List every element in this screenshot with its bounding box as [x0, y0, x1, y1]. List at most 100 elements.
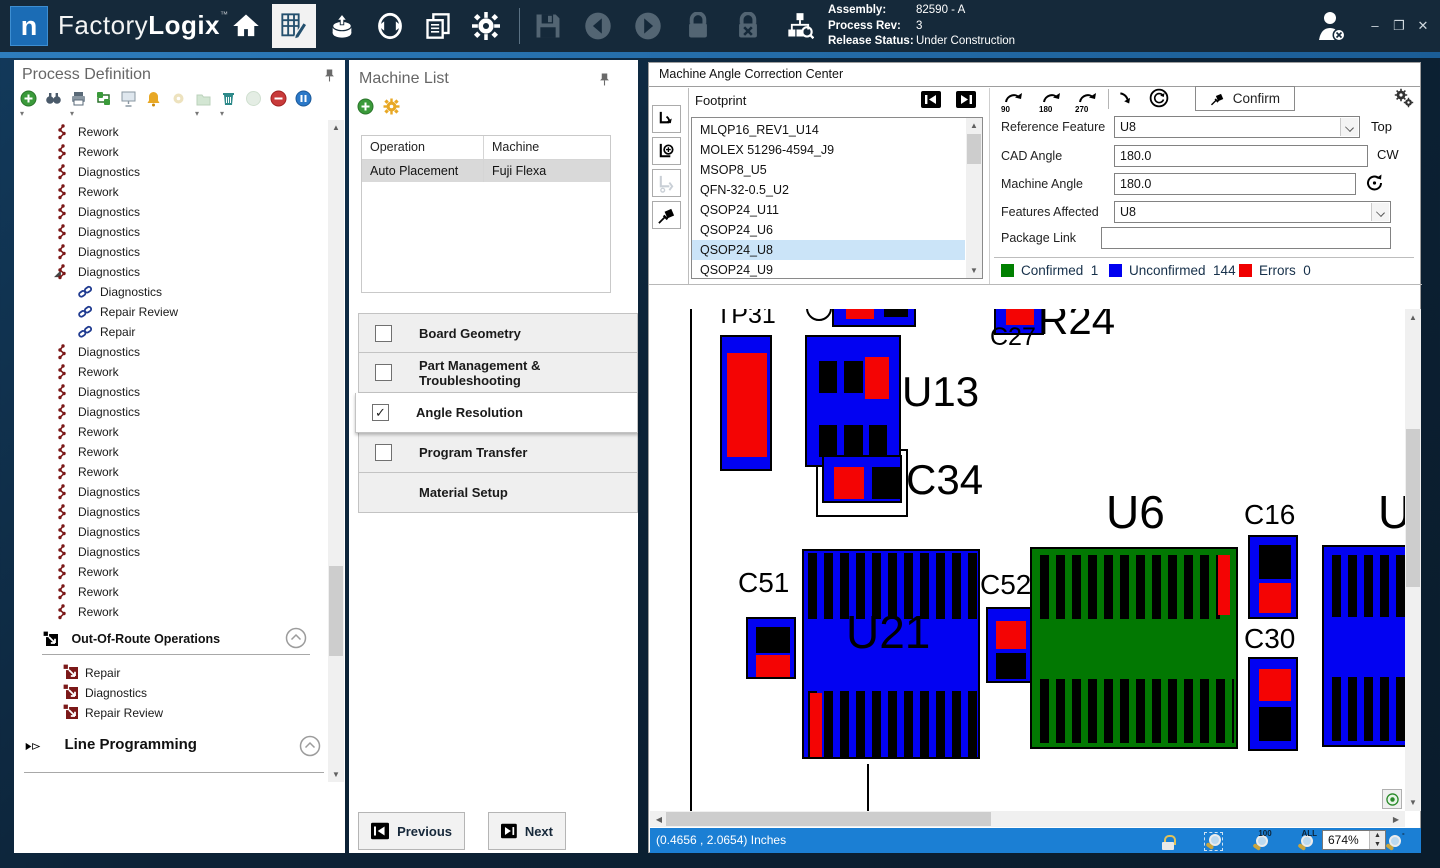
footprint-item-qfn-32-0.5_u2[interactable]: QFN-32-0.5_U2 [692, 180, 965, 200]
save-icon[interactable] [526, 4, 570, 48]
tree-item-diagnostics[interactable]: Diagnostics [14, 502, 324, 522]
add-machine-icon[interactable] [357, 98, 374, 115]
footprint-item-molex 51296-4594_j9[interactable]: MOLEX 51296-4594_J9 [692, 140, 965, 160]
scroll-up-icon[interactable]: ▲ [966, 121, 982, 130]
machine-settings-icon[interactable] [383, 98, 400, 115]
tree-item-diagnostics[interactable]: Diagnostics [14, 542, 324, 562]
first-footprint-button[interactable] [921, 91, 941, 108]
tree-item-repair-review[interactable]: Repair Review [14, 302, 324, 322]
component-U-right[interactable] [1322, 545, 1406, 747]
rotate-zoom-button[interactable] [652, 137, 681, 165]
pcb-viewer[interactable]: TP31U13C34C27R24U6C16C30UC51U21C52 [650, 309, 1406, 811]
tree-item-rework[interactable]: Rework [14, 582, 324, 602]
tree-item-diagnostics[interactable]: Diagnostics [14, 242, 324, 262]
rotate-90-button[interactable]: 90 [1001, 89, 1027, 111]
sync-icon[interactable] [368, 4, 412, 48]
scroll-up-icon[interactable]: ▲ [1405, 313, 1421, 322]
zoom-lock-icon[interactable] [1162, 835, 1176, 851]
scrollbar-thumb[interactable] [666, 812, 991, 826]
tree-item-diagnostics[interactable]: Diagnostics [14, 202, 324, 222]
alert-icon[interactable] [145, 90, 162, 107]
zoom-level-spinner[interactable]: 674%▲▼ [1322, 830, 1386, 850]
scrollbar-thumb[interactable] [967, 134, 981, 164]
scroll-down-icon[interactable]: ▼ [328, 770, 344, 779]
component-C34[interactable] [822, 455, 902, 503]
disabled-icon[interactable] [245, 90, 262, 107]
tree-scrollbar[interactable]: ▲ ▼ [328, 120, 344, 782]
chevron-down-icon[interactable] [1371, 203, 1389, 221]
scrollbar-thumb[interactable] [329, 566, 343, 656]
collapse-out-of-route-button[interactable] [285, 627, 307, 654]
footprint-item-qsop24_u9[interactable]: QSOP24_U9 [692, 260, 965, 279]
footprint-item-msop8_u5[interactable]: MSOP8_U5 [692, 160, 965, 180]
settings-gear-icon[interactable] [464, 4, 508, 48]
out-of-route-item-repair[interactable]: Repair [62, 663, 322, 683]
step-material-setup[interactable]: Material Setup [358, 473, 638, 513]
tree-item-rework[interactable]: Rework [14, 602, 324, 622]
advanced-settings-icon[interactable] [1394, 88, 1414, 108]
pin-icon[interactable] [324, 68, 335, 88]
recalculate-angle-icon[interactable] [1365, 173, 1385, 193]
out-of-route-item-diagnostics[interactable]: Diagnostics [62, 683, 322, 703]
tree-item-rework[interactable]: Rework [14, 442, 324, 462]
tree-item-rework[interactable]: Rework [14, 182, 324, 202]
remove-icon[interactable] [270, 90, 287, 107]
tree-item-diagnostics[interactable]: Diagnostics [14, 402, 324, 422]
component-top-part[interactable] [832, 309, 916, 327]
component-U13[interactable] [805, 335, 901, 467]
component-C51[interactable] [746, 617, 796, 679]
previous-button[interactable]: Previous [358, 812, 465, 850]
minimize-button[interactable]: – [1364, 18, 1386, 33]
step-checkbox[interactable] [375, 444, 392, 461]
confirm-button[interactable]: Confirm [1195, 86, 1295, 111]
rotate-reset-button[interactable] [652, 169, 681, 197]
zoom-100-icon[interactable]: 100 [1252, 834, 1269, 851]
cad-angle-input[interactable]: 180.0 [1114, 145, 1368, 167]
scrollbar-thumb[interactable] [1406, 429, 1420, 587]
audit-search-icon[interactable] [778, 4, 822, 48]
delete-icon[interactable]: ▾ [220, 90, 237, 107]
scroll-right-icon[interactable]: ▶ [1391, 815, 1401, 824]
step-program-transfer[interactable]: Program Transfer [358, 433, 638, 473]
tree-item-repair[interactable]: Repair [14, 322, 324, 342]
package-link-input[interactable] [1101, 227, 1391, 249]
tree-item-diagnostics[interactable]: Diagnostics [14, 342, 324, 362]
scroll-down-icon[interactable]: ▼ [1405, 798, 1421, 807]
layer-toggle-button[interactable] [1382, 789, 1402, 809]
find-icon[interactable] [45, 90, 62, 107]
confirm-dart-button[interactable] [652, 201, 681, 229]
features-affected-select[interactable]: U8 [1114, 201, 1391, 223]
tree-item-diagnostics[interactable]: Diagnostics [14, 222, 324, 242]
maximize-button[interactable]: ❐ [1388, 18, 1410, 34]
materials-icon[interactable] [320, 4, 364, 48]
next-button[interactable]: Next [488, 812, 566, 850]
column-machine[interactable]: Machine [484, 136, 539, 159]
tree-item-rework[interactable]: Rework [14, 142, 324, 162]
machine-table-row[interactable]: Auto Placement Fuji Flexa [362, 160, 610, 182]
add-operation-icon[interactable]: ▾ [20, 90, 37, 107]
step-board-geometry[interactable]: Board Geometry [358, 313, 638, 353]
component-C30[interactable] [1248, 657, 1298, 751]
out-of-route-item-repair-review[interactable]: Repair Review [62, 703, 322, 723]
scroll-down-icon[interactable]: ▼ [966, 266, 982, 275]
viewer-vscrollbar[interactable]: ▲ ▼ [1405, 309, 1421, 811]
process-editor-icon[interactable] [272, 4, 316, 48]
component-C16[interactable] [1248, 535, 1298, 619]
tree-item-diagnostics[interactable]: Diagnostics [14, 382, 324, 402]
footprint-scrollbar[interactable]: ▲ ▼ [966, 118, 982, 278]
tree-item-rework[interactable]: Rework [14, 462, 324, 482]
component-U6[interactable] [1030, 547, 1238, 749]
tree-item-rework[interactable]: Rework [14, 562, 324, 582]
column-operation[interactable]: Operation [362, 136, 484, 159]
rotate-270-button[interactable]: 270 [1075, 89, 1101, 111]
config-icon[interactable] [170, 90, 187, 107]
tree-item-diagnostics[interactable]: Diagnostics [14, 162, 324, 182]
component-C52[interactable] [986, 607, 1032, 683]
spinner-arrows[interactable]: ▲▼ [1369, 831, 1385, 849]
zoom-window-icon[interactable] [1204, 832, 1223, 851]
tree-item-rework[interactable]: Rework [14, 362, 324, 382]
step-angle-resolution[interactable]: ✓Angle Resolution [355, 393, 638, 433]
scroll-up-icon[interactable]: ▲ [328, 123, 344, 132]
process-check-icon[interactable] [95, 90, 112, 107]
auto-rotate-icon[interactable] [1149, 88, 1169, 108]
